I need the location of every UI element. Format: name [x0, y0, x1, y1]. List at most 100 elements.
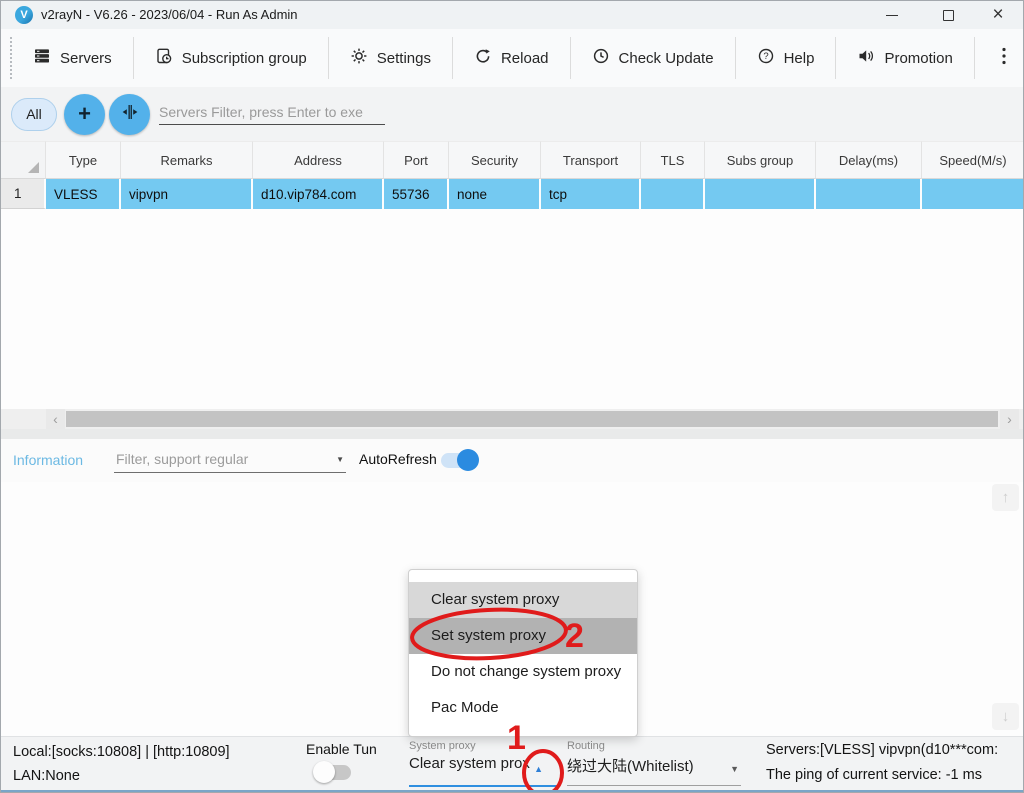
system-proxy-menu: Clear system proxy Set system proxy Do n… — [408, 569, 638, 737]
information-label: Information — [13, 452, 83, 468]
maximize-button[interactable] — [931, 1, 965, 29]
toggle-knob — [313, 761, 335, 783]
filter-bar: All + — [1, 87, 1023, 141]
menu-item-set-system-proxy[interactable]: Set system proxy — [409, 618, 637, 654]
window-title: v2rayN - V6.26 - 2023/06/04 - Run As Adm… — [41, 1, 298, 29]
menu-item-do-not-change[interactable]: Do not change system proxy — [409, 654, 637, 690]
lan-text: LAN:None — [13, 768, 80, 784]
routing-dropdown[interactable]: Routing 绕过大陆(Whitelist) ▼ — [567, 740, 741, 776]
system-proxy-label: System proxy — [409, 740, 557, 752]
cell-address[interactable]: d10.vip784.com — [253, 179, 384, 209]
autofit-columns-button[interactable] — [109, 94, 150, 135]
server-table: Type Remarks Address Port Security Trans… — [1, 141, 1023, 409]
column-header-speed[interactable]: Speed(M/s) — [922, 141, 1024, 179]
cell-speed[interactable] — [922, 179, 1024, 209]
row-number-cell[interactable]: 1 — [1, 179, 46, 209]
local-ports-text: Local:[socks:10808] | [http:10809] — [13, 744, 230, 760]
subscription-icon — [155, 47, 173, 69]
column-header-security[interactable]: Security — [449, 141, 541, 179]
settings-label: Settings — [377, 50, 431, 67]
servers-icon — [33, 47, 51, 69]
column-header-delay[interactable]: Delay(ms) — [816, 141, 922, 179]
log-filter-dropdown[interactable]: Filter, support regular ▼ — [114, 445, 346, 473]
promotion-button[interactable]: Promotion — [836, 37, 973, 79]
cell-port[interactable]: 55736 — [384, 179, 449, 209]
subscription-group-label: Subscription group — [182, 50, 307, 67]
scroll-up-button[interactable]: ↑ — [992, 484, 1019, 511]
inactive-underline — [567, 785, 741, 786]
column-header-tls[interactable]: TLS — [641, 141, 705, 179]
help-button[interactable]: ? Help — [736, 37, 836, 79]
select-all-corner[interactable] — [1, 141, 46, 179]
menu-item-pac-mode[interactable]: Pac Mode — [409, 690, 637, 726]
scroll-left-icon[interactable]: ‹ — [46, 409, 65, 429]
toggle-knob — [457, 449, 479, 471]
plus-icon: + — [78, 101, 91, 127]
section-divider — [1, 429, 1023, 439]
column-header-transport[interactable]: Transport — [541, 141, 641, 179]
system-proxy-dropdown[interactable]: System proxy Clear system prox ▲ — [409, 740, 557, 772]
routing-value: 绕过大陆(Whitelist) — [567, 755, 741, 776]
autorefresh-label: AutoRefresh — [359, 451, 437, 467]
cell-tls[interactable] — [641, 179, 705, 209]
column-header-port[interactable]: Port — [384, 141, 449, 179]
horizontal-scrollbar[interactable]: ‹ › — [1, 409, 1023, 429]
information-bar: Information Filter, support regular ▼ Au… — [1, 439, 1023, 482]
column-header-address[interactable]: Address — [253, 141, 384, 179]
clock-icon — [592, 47, 610, 69]
cell-transport[interactable]: tcp — [541, 179, 641, 209]
chevron-down-icon[interactable]: ▼ — [730, 764, 739, 774]
resize-columns-icon — [120, 102, 140, 127]
check-update-button[interactable]: Check Update — [571, 37, 735, 79]
scroll-right-icon[interactable]: › — [1000, 409, 1019, 429]
reload-button[interactable]: Reload — [453, 37, 570, 79]
cell-security[interactable]: none — [449, 179, 541, 209]
cell-subs-group[interactable] — [705, 179, 816, 209]
scroll-down-button[interactable]: ↓ — [992, 703, 1019, 730]
server-filter-input[interactable] — [159, 99, 385, 125]
speaker-icon — [857, 47, 875, 69]
column-header-remarks[interactable]: Remarks — [121, 141, 253, 179]
chevron-up-icon[interactable]: ▲ — [534, 764, 543, 774]
svg-text:?: ? — [763, 51, 768, 62]
table-header-row: Type Remarks Address Port Security Trans… — [1, 141, 1023, 179]
enable-tun-toggle[interactable] — [315, 765, 351, 780]
main-toolbar: Servers Subscription group Settings Relo… — [1, 29, 1023, 87]
more-button[interactable] — [985, 37, 1023, 79]
settings-button[interactable]: Settings — [329, 37, 452, 79]
cell-type[interactable]: VLESS — [46, 179, 121, 209]
subscription-group-button[interactable]: Subscription group — [134, 37, 328, 79]
column-header-subs-group[interactable]: Subs group — [705, 141, 816, 179]
column-header-type[interactable]: Type — [46, 141, 121, 179]
help-label: Help — [784, 50, 815, 67]
close-button[interactable]: × — [981, 1, 1015, 29]
more-icon — [1001, 46, 1007, 71]
add-group-button[interactable]: + — [64, 94, 105, 135]
scrollbar-thumb[interactable] — [66, 411, 998, 427]
minimize-icon — [886, 15, 898, 16]
v2rayn-window: V v2rayN - V6.26 - 2023/06/04 - Run As A… — [0, 0, 1024, 793]
cell-delay[interactable] — [816, 179, 922, 209]
gear-icon — [350, 47, 368, 69]
servers-label: Servers — [60, 50, 112, 67]
autorefresh-toggle[interactable] — [441, 453, 477, 468]
cell-remarks[interactable]: vipvpn — [121, 179, 253, 209]
active-underline — [409, 785, 557, 787]
maximize-icon — [943, 10, 954, 21]
routing-label: Routing — [567, 740, 741, 752]
app-logo-icon: V — [15, 6, 33, 24]
menu-item-clear-system-proxy[interactable]: Clear system proxy — [409, 582, 637, 618]
table-row[interactable]: 1 VLESS vipvpn d10.vip784.com 55736 none… — [1, 179, 1023, 209]
help-icon: ? — [757, 47, 775, 69]
arrow-down-icon: ↓ — [1002, 708, 1010, 725]
all-group-tab[interactable]: All — [11, 98, 57, 131]
minimize-button[interactable] — [875, 1, 909, 29]
toolbar-separator — [974, 37, 975, 79]
reload-icon — [474, 47, 492, 69]
title-bar: V v2rayN - V6.26 - 2023/06/04 - Run As A… — [1, 1, 1023, 29]
ping-text: The ping of current service: -1 ms — [766, 767, 982, 783]
servers-button[interactable]: Servers — [12, 37, 133, 79]
check-update-label: Check Update — [619, 50, 714, 67]
status-bar: Local:[socks:10808] | [http:10809] LAN:N… — [1, 736, 1023, 793]
enable-tun-label: Enable Tun — [306, 741, 377, 757]
